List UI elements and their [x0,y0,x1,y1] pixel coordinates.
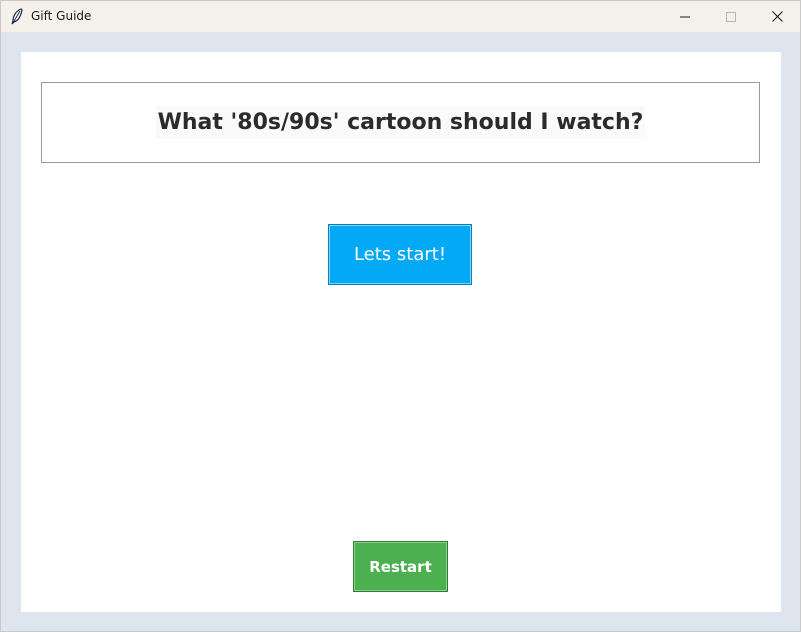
content-panel: What '80s/90s' cartoon should I watch? L… [21,52,781,612]
maximize-icon [726,11,736,22]
close-icon [771,11,783,22]
feather-icon [10,8,24,25]
title-bar[interactable]: Gift Guide [1,1,800,32]
question-label: What '80s/90s' cartoon should I watch? [155,106,646,139]
minimize-icon [680,16,690,17]
minimize-button[interactable] [662,1,708,32]
question-frame: What '80s/90s' cartoon should I watch? [41,82,760,163]
window-title: Gift Guide [31,9,92,23]
maximize-button[interactable] [708,1,754,32]
app-window: Gift Guide What '80s/90s' cartoon should… [0,0,801,632]
restart-button[interactable]: Restart [353,541,448,592]
start-button[interactable]: Lets start! [328,224,472,285]
close-button[interactable] [754,1,800,32]
